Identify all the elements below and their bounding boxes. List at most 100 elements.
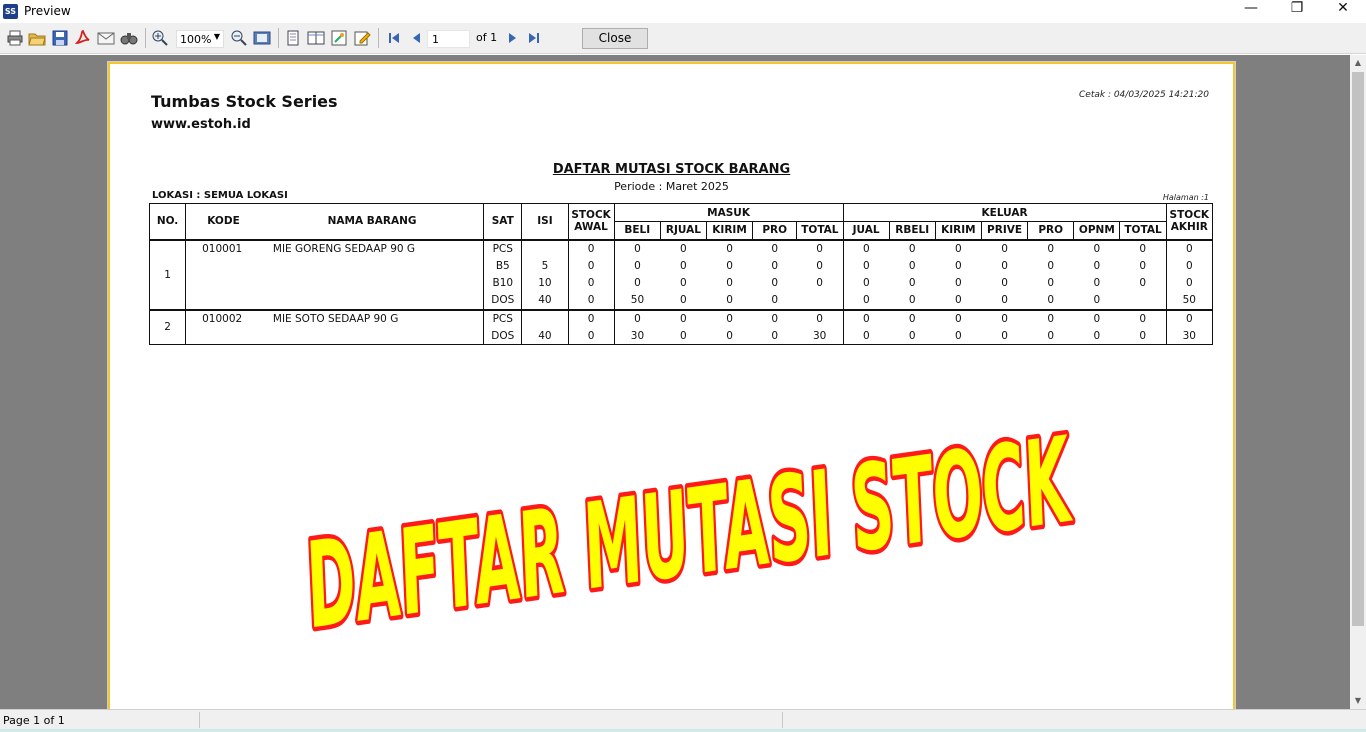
col-kode: KODE <box>185 203 261 240</box>
watermark-graphic: DAFTAR MUTASI STOCK <box>293 406 1087 659</box>
item-masuk-value: 0 <box>752 238 797 257</box>
item-no: 1 <box>148 238 187 310</box>
item-masuk-value: 0 <box>752 292 797 310</box>
prev-page-icon[interactable] <box>408 29 426 47</box>
edit-icon[interactable] <box>353 29 371 47</box>
item-keluar-value: 0 <box>935 238 982 257</box>
item-masuk-value: 30 <box>613 327 661 345</box>
item-masuk-value: 0 <box>660 327 707 345</box>
pdf-icon[interactable] <box>74 29 92 47</box>
report-company: Tumbas Stock Series <box>151 92 338 111</box>
item-masuk-value: 0 <box>796 238 844 257</box>
item-keluar-value: 0 <box>1073 238 1120 257</box>
item-keluar-value: 0 <box>889 327 936 345</box>
item-keluar-value: 0 <box>935 327 982 345</box>
toolbar-separator <box>378 28 379 48</box>
col-keluar-pro: PRO <box>1027 221 1075 240</box>
item-keluar-value: 0 <box>1119 257 1167 275</box>
table-row: B5 5 0 0 0 0 0 0 0 0 0 0 0 0 0 0 <box>150 257 1214 275</box>
item-stock-akhir: 0 <box>1165 274 1214 292</box>
item-masuk-value: 0 <box>771 259 779 272</box>
item-masuk-value: 0 <box>752 308 797 327</box>
zoom-in-icon[interactable] <box>151 29 169 47</box>
item-masuk-value: 0 <box>796 308 844 327</box>
item-masuk-value: 0 <box>706 292 753 310</box>
status-page: Page 1 of 1 <box>3 714 65 727</box>
item-masuk-value: 0 <box>796 274 844 292</box>
table-row: 1 010001 MIE GORENG SEDAAP 90 G PCS 0 0 0 0 0 0 0 0… <box>148 238 1214 310</box>
item-masuk-value: 0 <box>752 327 797 345</box>
item-keluar-value: 0 <box>981 238 1028 257</box>
item-masuk-value: 0 <box>726 259 733 272</box>
item-masuk-value: 0 <box>706 308 753 327</box>
item-no: 2 <box>148 308 187 345</box>
status-divider <box>782 712 783 728</box>
item-nama-empty <box>260 292 485 310</box>
item-keluar-value: 0 <box>955 277 962 290</box>
report-location: LOKASI : SEMUA LOKASI <box>152 190 288 201</box>
item-keluar-value: 0 <box>1027 308 1074 327</box>
toolbar: 100% ▼ 1 of 1 Close <box>0 23 1366 54</box>
item-keluar-value <box>1119 292 1167 310</box>
last-page-icon[interactable] <box>525 29 543 47</box>
save-icon[interactable] <box>51 29 69 47</box>
close-button[interactable]: Close <box>582 28 648 49</box>
item-keluar-value: 0 <box>1119 238 1167 257</box>
first-page-icon[interactable] <box>385 29 403 47</box>
report-page: Tumbas Stock Series www.estoh.id Cetak :… <box>108 62 1235 709</box>
report-website: www.estoh.id <box>151 117 251 132</box>
two-page-icon[interactable] <box>307 29 325 47</box>
page-number-input[interactable]: 1 <box>427 30 470 48</box>
item-kode-empty <box>185 292 261 310</box>
fit-page-icon[interactable] <box>253 29 271 47</box>
item-keluar-value: 0 <box>908 277 916 290</box>
settings-icon[interactable] <box>330 29 348 47</box>
col-stock-awal: STOCK AWAL <box>567 203 615 240</box>
item-stock-awal: 0 <box>567 308 615 327</box>
single-page-icon[interactable] <box>284 29 302 47</box>
next-page-icon[interactable] <box>503 29 521 47</box>
restore-button[interactable]: ❐ <box>1274 0 1320 23</box>
zoom-out-icon[interactable] <box>230 29 248 47</box>
item-masuk-value <box>796 292 844 310</box>
find-icon[interactable] <box>120 29 138 47</box>
chevron-down-icon: ▼ <box>213 32 220 41</box>
item-stock-awal: 0 <box>567 292 615 310</box>
item-keluar-value: 0 <box>981 327 1028 345</box>
col-masuk-kirim: KIRIM <box>705 221 754 240</box>
item-keluar-value: 0 <box>1027 327 1074 345</box>
item-keluar-value: 0 <box>842 327 890 345</box>
window-close-button[interactable]: ✕ <box>1320 0 1366 23</box>
item-keluar-value: 0 <box>842 257 890 275</box>
item-isi: 10 <box>521 274 569 292</box>
item-masuk-value: 0 <box>613 308 661 327</box>
vertical-scrollbar[interactable]: ▲ ▼ <box>1350 55 1366 709</box>
item-keluar-value: 0 <box>1001 277 1008 290</box>
email-icon[interactable] <box>97 29 115 47</box>
item-stock-akhir: 50 <box>1165 292 1214 310</box>
scroll-down-icon[interactable]: ▼ <box>1350 693 1366 709</box>
item-keluar-value: 0 <box>1093 259 1101 272</box>
col-keluar: KELUAR <box>842 203 1167 222</box>
col-keluar-kirim: KIRIM <box>934 221 982 240</box>
item-isi: 5 <box>521 257 569 275</box>
item-keluar-value: 0 <box>1073 327 1120 345</box>
scroll-up-icon[interactable]: ▲ <box>1350 55 1366 71</box>
item-keluar-value: 0 <box>842 238 890 257</box>
item-masuk-value: 0 <box>660 292 707 310</box>
item-kode-empty <box>185 257 261 275</box>
item-keluar-value: 0 <box>935 292 982 310</box>
minimize-button[interactable]: — <box>1228 0 1274 23</box>
item-stock-akhir: 30 <box>1165 327 1214 345</box>
print-icon[interactable] <box>6 29 24 47</box>
item-nama-empty <box>260 327 485 345</box>
item-kode: 010002 <box>185 308 261 327</box>
zoom-select[interactable]: 100% ▼ <box>176 30 224 48</box>
item-keluar-value: 0 <box>889 292 936 310</box>
open-icon[interactable] <box>28 29 46 47</box>
item-isi <box>521 238 569 257</box>
scroll-thumb[interactable] <box>1352 72 1364 626</box>
item-nama: MIE SOTO SEDAAP 90 G <box>260 308 485 327</box>
zoom-value: 100% <box>180 33 212 46</box>
item-sat: DOS <box>483 292 523 310</box>
